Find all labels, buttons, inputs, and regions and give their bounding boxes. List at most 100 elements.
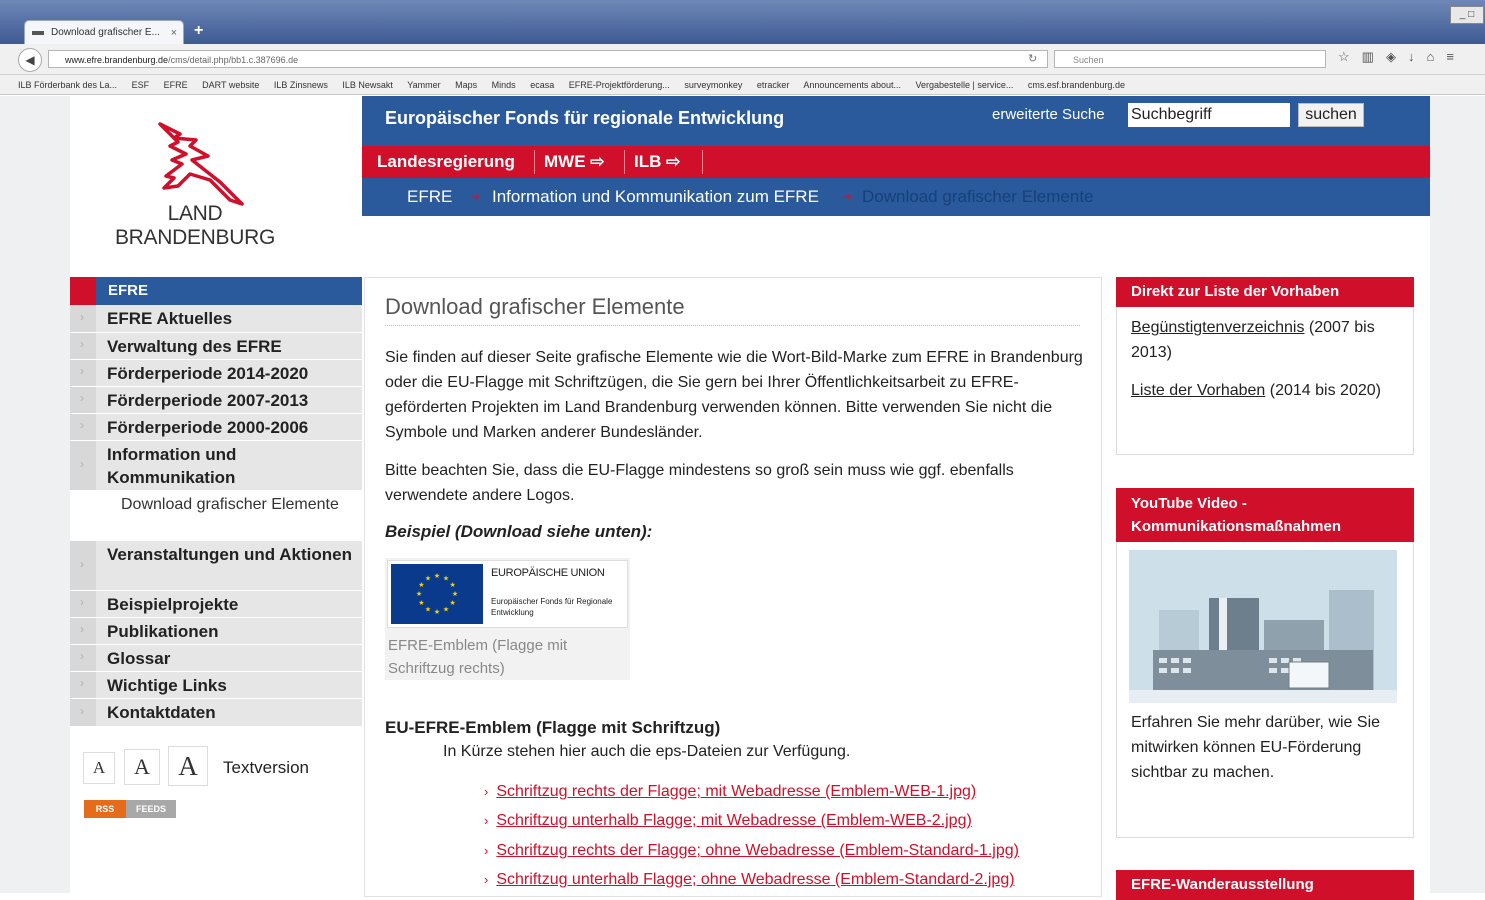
chevron-right-icon [70,441,96,490]
sidebar-item-efre-aktuelles[interactable]: EFRE Aktuelles [70,305,362,333]
emblem-union-text: EUROPÄISCHE UNION [491,567,605,579]
chevron-right-icon [70,305,96,332]
browser-titlebar [0,0,1485,44]
bookmarks-bar: ILB Förderbank des La... ESF EFRE DART w… [0,75,1485,95]
bookmark-item[interactable]: Maps [455,80,477,90]
bookmark-item[interactable]: Announcements about... [803,80,901,90]
search-button[interactable]: suchen [1298,103,1364,127]
bookmark-item[interactable]: ecasa [530,80,554,90]
chevron-right-icon [70,672,96,698]
breadcrumb-separator-icon: ➔ [470,190,481,204]
bookmark-item[interactable]: ILB Newsakt [342,80,393,90]
download-link[interactable]: Schriftzug rechts der Flagge; mit Webadr… [496,783,976,800]
bookmark-item[interactable]: EFRE-Projektförderung... [569,80,670,90]
tab-favicon-icon [32,31,44,35]
url-bar[interactable]: www.efre.brandenburg.de/cms/detail.php/b… [48,50,1048,68]
bookmark-item[interactable]: EFRE [164,80,188,90]
sidebar-item-label: Kontaktdaten [107,703,216,722]
sidebar-item-glossar[interactable]: Glossar [70,645,362,672]
download-link[interactable]: Schriftzug unterhalb Flagge; mit Webadre… [496,812,971,829]
font-size-small-button[interactable]: A [83,752,115,784]
youtube-video-thumbnail[interactable] [1129,550,1397,703]
bookmark-item[interactable]: Vergabestelle | service... [915,80,1013,90]
sidebar-item-fp-2000[interactable]: Förderperiode 2000-2006 [70,414,362,441]
library-icon[interactable]: ▥ [1362,49,1386,64]
font-size-medium-button[interactable]: A [124,749,160,785]
bookmark-item[interactable]: ILB Förderbank des La... [18,80,117,90]
svg-text:★: ★ [434,572,440,580]
bookmark-item[interactable]: ESF [132,80,150,90]
bookmark-star-icon[interactable]: ☆ [1338,49,1362,64]
tab-title: Download grafischer E... [51,27,160,38]
download-icon[interactable]: ↓ [1408,49,1427,64]
download-link[interactable]: Schriftzug unterhalb Flagge; ohne Webadr… [496,871,1014,888]
bookmark-item[interactable]: Yammer [407,80,440,90]
sidebar-item-label: Glossar [107,649,171,668]
browser-search-input[interactable]: Suchen [1054,50,1326,68]
url-domain: www.efre.brandenburg.de [65,55,169,65]
emblem-section-heading: EU-EFRE-Emblem (Flagge mit Schriftzug) [385,718,721,737]
breadcrumb-information[interactable]: Information und Kommunikation zum EFRE [492,178,819,216]
download-item: › Schriftzug rechts der Flagge; mit Webad… [484,780,976,804]
site-search-input[interactable] [1128,103,1290,127]
bookmark-item[interactable]: cms.esf.brandenburg.de [1028,80,1125,90]
bookmark-item[interactable]: surveymonkey [684,80,742,90]
svg-text:★: ★ [418,581,424,589]
sidebar-item-publikationen[interactable]: Publikationen [70,618,362,645]
home-icon[interactable]: ⌂ [1426,49,1446,64]
advanced-search-link[interactable]: erweiterte Suche [992,106,1105,123]
sidebar-item-kontaktdaten[interactable]: Kontaktdaten [70,699,362,727]
beguenstigten-link[interactable]: Begünstigtenverzeichnis [1131,319,1304,336]
download-item: › Schriftzug unterhalb Flagge; ohne Webad… [484,868,1015,892]
new-tab-button[interactable]: + [194,22,203,40]
chevron-right-icon [70,618,96,644]
youtube-description: Erfahren Sie mehr darüber, wie Sie mitwi… [1131,714,1381,781]
vorhaben-link[interactable]: Liste der Vorhaben [1131,382,1265,399]
menu-icon[interactable]: ≡ [1446,49,1466,64]
bookmark-item[interactable]: DART website [202,80,259,90]
nav-landesregierung[interactable]: Landesregierung [377,146,515,178]
arrow-right-icon: › [484,872,489,887]
top-nav-bar [362,146,1430,178]
reload-icon[interactable]: ↻ [1028,50,1037,68]
bookmark-item[interactable]: ILB Zinsnews [274,80,328,90]
pocket-icon[interactable]: ◈ [1386,49,1408,64]
bookmark-item[interactable]: Minds [492,80,516,90]
nav-ilb[interactable]: ILB ⇨ [634,146,680,178]
sidebar-item-fp-2014[interactable]: Förderperiode 2014-2020 [70,360,362,387]
browser-tab[interactable]: Download grafischer E... × [24,20,184,44]
nav-mwe[interactable]: MWE ⇨ [544,146,605,178]
sidebar-item-veranstaltungen[interactable]: Veranstaltungen und Aktionen [70,541,362,591]
text-version-link[interactable]: Textversion [223,758,309,778]
font-size-large-button[interactable]: A [168,746,208,786]
breadcrumb-efre[interactable]: EFRE [407,178,452,216]
download-link[interactable]: Schriftzug rechts der Flagge; ohne Webad… [496,842,1019,859]
tab-close-icon[interactable]: × [171,21,177,44]
bookmark-item[interactable]: etracker [757,80,790,90]
sidebar-item-label: Information und Kommunikation [107,445,237,487]
svg-text:★: ★ [452,590,458,598]
feeds-badge[interactable]: FEEDS [126,800,176,818]
sidebar-item-fp-2007[interactable]: Förderperiode 2007-2013 [70,387,362,414]
sidebar-item-label: Veranstaltungen und Aktionen [107,545,352,564]
rss-badge[interactable]: RSS [84,800,126,818]
chevron-right-icon [70,360,96,386]
logo-line-2: BRANDENBURG [114,226,276,249]
arrow-right-icon: › [484,784,489,799]
sidebar-item-beispielprojekte[interactable]: Beispielprojekte [70,591,362,618]
youtube-box-head: YouTube Video - Kommunikationsmaßnahmen [1116,488,1414,542]
sidebar-subitem-label: Download grafischer Elemente [121,496,339,513]
sidebar-item-label: Förderperiode 2000-2006 [107,418,309,437]
window-controls[interactable]: _ □ [1450,6,1484,24]
sidebar-item-verwaltung[interactable]: Verwaltung des EFRE [70,333,362,360]
brandenburg-eagle-logo-icon[interactable] [150,116,270,216]
nav-separator [702,150,703,174]
vorhaben-years: (2014 bis 2020) [1265,382,1381,399]
toolbar-icons[interactable]: ☆▥◈↓⌂≡ [1338,49,1466,65]
breadcrumb-current: Download grafischer Elemente [862,187,1094,206]
sidebar-item-links[interactable]: Wichtige Links [70,672,362,699]
back-arrow-icon[interactable]: ◀ [18,48,42,72]
page-title: Download grafischer Elemente [385,294,685,319]
sidebar-item-information[interactable]: Information und Kommunikation [70,441,362,491]
logo-wordmark[interactable]: LAND BRANDENBURG [110,202,280,250]
